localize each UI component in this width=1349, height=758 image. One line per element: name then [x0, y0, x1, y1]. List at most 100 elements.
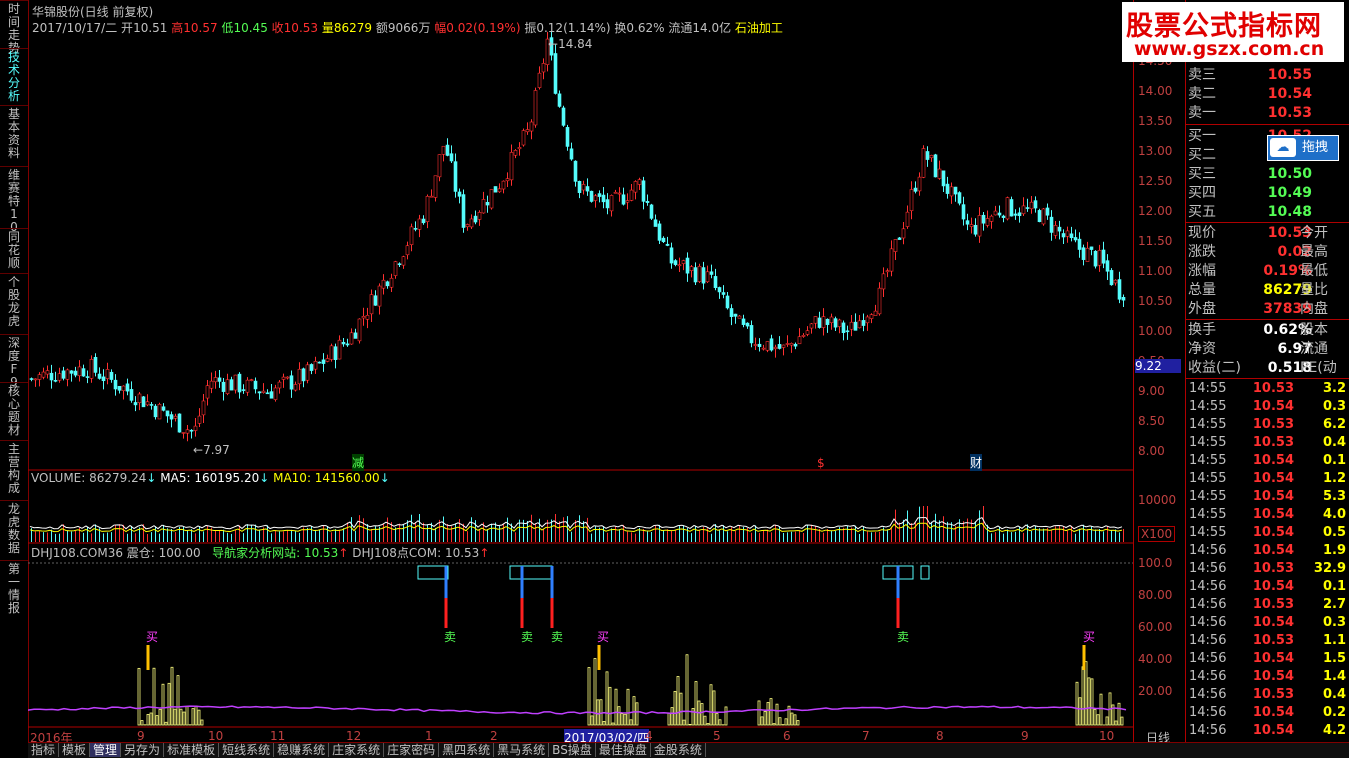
tick-row: 14:5510.541.2	[1186, 470, 1349, 488]
float-label: 流通	[668, 21, 692, 35]
left-tab[interactable]: 同花顺	[0, 228, 28, 270]
bottom-tab[interactable]: 管理	[90, 743, 121, 757]
candle-body	[190, 430, 193, 431]
tick-row: 14:5610.5332.9	[1186, 560, 1349, 578]
indicator-bar	[618, 707, 620, 725]
left-tab[interactable]: 主营构成	[0, 440, 28, 495]
date: 2017/10/17/二	[32, 21, 117, 35]
candle-body	[62, 371, 65, 378]
candle-body	[226, 380, 229, 394]
indicator-bar	[1118, 703, 1120, 725]
candle-body	[762, 348, 765, 349]
left-tab[interactable]: 龙虎数据	[0, 500, 28, 555]
volume-header: VOLUME: 86279.24↓ MA5: 160195.20↓ MA10: …	[31, 471, 390, 485]
float-value: 14.0亿	[692, 21, 731, 35]
bottom-tab[interactable]: 另存为	[121, 743, 164, 757]
candle-body	[966, 221, 969, 225]
purple-line	[28, 706, 1126, 714]
candle-body	[554, 53, 557, 93]
tick-price: 10.53	[1242, 686, 1294, 704]
bottom-tab[interactable]: 指标	[28, 743, 59, 757]
high-value: 10.57	[183, 21, 217, 35]
buy-level-label: 买四	[1188, 184, 1216, 202]
left-tab[interactable]: 核心题材	[0, 382, 28, 437]
buy-level: 买四10.49	[1186, 184, 1349, 202]
candle-body	[1046, 208, 1049, 215]
tick-price: 10.54	[1242, 722, 1294, 740]
candle-body	[510, 152, 513, 179]
indicator-bar	[695, 682, 697, 725]
sell-level-label: 卖一	[1188, 104, 1216, 122]
sell-signal: 卖	[521, 628, 533, 645]
indicator-bar	[716, 714, 718, 725]
candle-body	[802, 335, 805, 336]
candle-body	[886, 271, 889, 272]
bottom-tab[interactable]: 模板	[59, 743, 90, 757]
candle-body	[290, 376, 293, 389]
indicator-bar	[779, 718, 781, 725]
indicator-bar	[683, 720, 685, 725]
bottom-tab[interactable]: BS操盘	[549, 743, 596, 757]
marker-reduce[interactable]: 减	[352, 454, 364, 471]
ohlc-line: 2017/10/17/二 开10.51 高10.57 低10.45 收10.53…	[32, 19, 783, 36]
candle-body	[954, 187, 957, 194]
close-label: 收	[272, 21, 284, 35]
marker-dollar[interactable]: $	[817, 456, 825, 470]
candle-body	[126, 384, 129, 391]
stat-label: 外盘	[1188, 300, 1216, 318]
left-tab[interactable]: 时间走势	[0, 0, 28, 55]
candle-body	[946, 184, 949, 193]
bottom-tab[interactable]: 庄家密码	[384, 743, 439, 757]
indicator-bar	[633, 697, 635, 725]
candle-body	[414, 228, 417, 229]
tick-price: 10.54	[1242, 506, 1294, 524]
tick-volume: 1.5	[1294, 650, 1346, 668]
tick-volume: 0.4	[1294, 434, 1346, 452]
tick-volume: 6.2	[1294, 416, 1346, 434]
candle-body	[774, 347, 777, 349]
candle-body	[402, 257, 405, 265]
tick-price: 10.54	[1242, 398, 1294, 416]
candle-body	[798, 337, 801, 344]
candle-body	[322, 360, 325, 364]
candle-body	[878, 288, 881, 314]
marker-finance[interactable]: 财	[970, 454, 982, 471]
tick-time: 14:56	[1189, 704, 1226, 722]
bottom-tab[interactable]: 最佳操盘	[596, 743, 651, 757]
bottom-tab[interactable]: 稳赚系统	[274, 743, 329, 757]
left-tab[interactable]: 基本资料	[0, 105, 28, 160]
candle-body	[1098, 250, 1101, 265]
bottom-tab[interactable]: 黑四系统	[439, 743, 494, 757]
left-tab[interactable]: 深度F9	[0, 334, 28, 389]
tick-price: 10.53	[1242, 380, 1294, 398]
bottom-tab[interactable]: 庄家系统	[329, 743, 384, 757]
candle-body	[154, 406, 157, 417]
candle-body	[706, 272, 709, 282]
site-logo: 股票公式指标网 www.gszx.com.cn	[1122, 2, 1344, 62]
amount-label: 额	[376, 21, 388, 35]
candle-body	[334, 347, 337, 360]
left-tab[interactable]: 个股龙虎	[0, 273, 28, 328]
candle-body	[158, 404, 161, 419]
left-tab[interactable]: 技术分析	[0, 48, 28, 103]
candle-body	[438, 155, 441, 177]
candle-body	[462, 195, 465, 228]
candle-body	[842, 323, 845, 333]
kline-chart[interactable]	[28, 0, 1133, 742]
tick-row: 14:5610.540.3	[1186, 614, 1349, 632]
tick-row: 14:5610.544.2	[1186, 722, 1349, 740]
candle-body	[1030, 202, 1033, 209]
candle-body	[626, 201, 629, 203]
left-tab[interactable]: 维赛特10	[0, 166, 28, 234]
left-tab[interactable]: 第一情报	[0, 560, 28, 615]
drag-button[interactable]: ☁ 拖拽	[1267, 135, 1339, 161]
tick-volume: 0.4	[1294, 686, 1346, 704]
stat-label2: 最低	[1300, 262, 1328, 280]
bottom-tab[interactable]: 标准模板	[164, 743, 219, 757]
tick-time: 14:56	[1189, 686, 1226, 704]
turn-value: 0.62%	[626, 21, 664, 35]
bottom-tab[interactable]: 短线系统	[219, 743, 274, 757]
bottom-tab[interactable]: 金股系统	[651, 743, 706, 757]
stat-row: 收益(二)0.518PE(动	[1186, 359, 1349, 377]
bottom-tab[interactable]: 黑马系统	[494, 743, 549, 757]
